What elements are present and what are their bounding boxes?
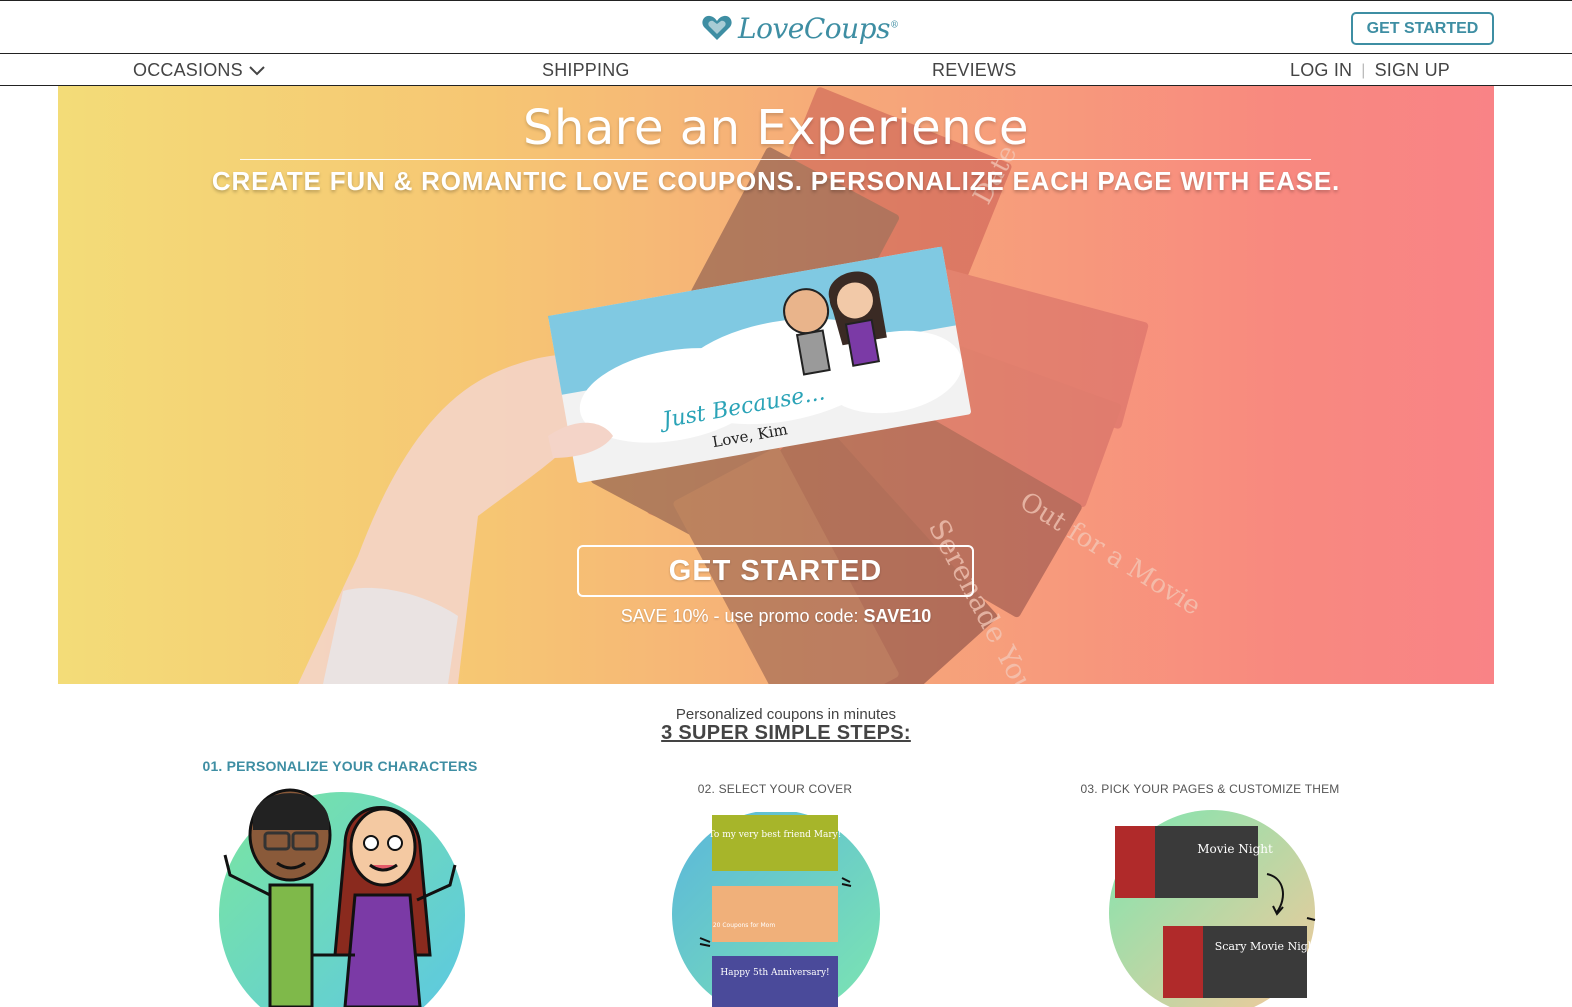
- cover-1-text: To my very best friend Mary!: [709, 830, 842, 840]
- nav-login[interactable]: LOG IN: [1290, 60, 1352, 81]
- hero-title: Share an Experience: [522, 100, 1030, 156]
- logo[interactable]: LoveCoups®: [702, 7, 899, 49]
- page-2-text: Scary Movie Night: [1215, 940, 1320, 953]
- cover-3-text: Happy 5th Anniversary!: [720, 968, 829, 978]
- step-2-illustration: To my very best friend Mary! 20 Coupons …: [672, 812, 880, 1007]
- cover-2-text: 20 Coupons for Mom: [713, 922, 776, 929]
- nav-occasions-label: OCCASIONS: [133, 60, 243, 80]
- promo-prefix: SAVE 10% - use promo code:: [620, 606, 864, 626]
- promo-code: SAVE10: [863, 606, 932, 626]
- nav-auth: LOG IN | SIGN UP: [1290, 60, 1450, 81]
- nav-occasions[interactable]: OCCASIONS: [133, 60, 265, 81]
- logo-text: LoveCoups®: [738, 11, 899, 45]
- step-3-illustration: Movie Night Scary Movie Night: [1109, 810, 1320, 1007]
- chevron-down-icon: [243, 60, 265, 81]
- steps-title-text: 3 SUPER SIMPLE STEPS:: [661, 722, 911, 744]
- nav-signup[interactable]: SIGN UP: [1375, 60, 1450, 81]
- hero-subtitle: CREATE FUN & ROMANTIC LOVE COUPONS. PERS…: [211, 166, 1341, 196]
- nav-reviews[interactable]: REVIEWS: [932, 60, 1016, 81]
- step-3-label[interactable]: 03. PICK YOUR PAGES & CUSTOMIZE THEM: [1060, 782, 1360, 796]
- hero-get-started-button[interactable]: GET STARTED: [577, 545, 974, 597]
- step-1-label[interactable]: 01. PERSONALIZE YOUR CHARACTERS: [140, 758, 540, 774]
- main-nav: OCCASIONS SHIPPING REVIEWS LOG IN | SIGN…: [0, 54, 1572, 86]
- step-2-label[interactable]: 02. SELECT YOUR COVER: [625, 782, 925, 796]
- nav-separator: |: [1361, 61, 1366, 79]
- steps-title: 3 SUPER SIMPLE STEPS:: [0, 722, 1572, 745]
- hero-divider: [240, 159, 1311, 160]
- page-1-text: Movie Night: [1197, 842, 1273, 856]
- top-header: LoveCoups® GET STARTED: [0, 0, 1572, 54]
- promo-text: SAVE 10% - use promo code: SAVE10: [58, 606, 1494, 627]
- heart-icon: [702, 15, 732, 41]
- steps-intro: Personalized coupons in minutes: [675, 706, 897, 723]
- step-1-illustration: [215, 788, 469, 1007]
- header-get-started-button[interactable]: GET STARTED: [1351, 12, 1494, 45]
- nav-shipping[interactable]: SHIPPING: [542, 60, 630, 81]
- hero-banner: Out for a Movie Serenade You... Date Jus…: [58, 86, 1494, 684]
